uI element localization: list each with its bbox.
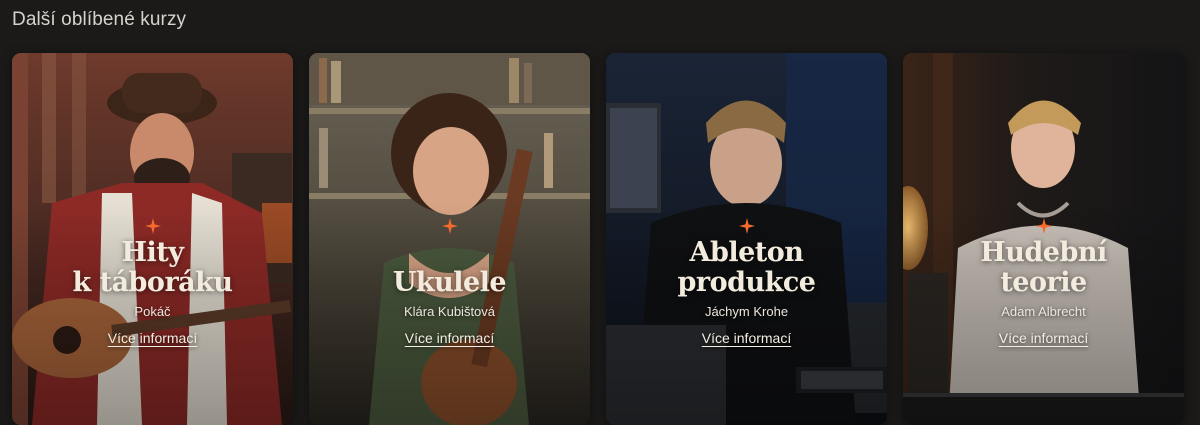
card-overlay: Ableton produkce Jáchym Krohe Více infor…: [606, 218, 887, 346]
card-overlay: Ukulele Klára Kubištová Více informací: [309, 218, 590, 346]
course-teacher: Klára Kubištová: [403, 304, 496, 319]
course-card-ableton-produkce[interactable]: Ableton produkce Jáchym Krohe Více infor…: [606, 53, 887, 425]
course-title: Ukulele: [392, 267, 507, 298]
sparkle-star-icon: [144, 218, 161, 234]
sparkle-star-icon: [738, 218, 755, 234]
course-cards: Hity k táboráku Pokáč Více informací Uku…: [12, 53, 1184, 425]
course-card-ukulele[interactable]: Ukulele Klára Kubištová Více informací: [309, 53, 590, 425]
course-card-hudebni-teorie[interactable]: Hudební teorie Adam Albrecht Více inform…: [903, 53, 1184, 425]
course-card-hity-k-taboraku[interactable]: Hity k táboráku Pokáč Více informací: [12, 53, 293, 425]
card-overlay: Hudební teorie Adam Albrecht Více inform…: [903, 218, 1184, 346]
course-title: Ableton produkce: [677, 237, 816, 298]
more-info-link[interactable]: Více informací: [108, 330, 197, 346]
card-overlay: Hity k táboráku Pokáč Více informací: [12, 218, 293, 346]
course-title: Hudební teorie: [980, 237, 1107, 298]
more-info-link[interactable]: Více informací: [405, 330, 494, 346]
more-info-link[interactable]: Více informací: [702, 330, 791, 346]
course-teacher: Adam Albrecht: [1001, 304, 1086, 319]
section-title: Další oblíbené kurzy: [12, 9, 187, 30]
course-teacher: Pokáč: [134, 304, 171, 319]
sparkle-star-icon: [1035, 218, 1052, 234]
more-info-link[interactable]: Více informací: [999, 330, 1088, 346]
course-title: Hity k táboráku: [72, 237, 233, 298]
course-teacher: Jáchym Krohe: [704, 304, 789, 319]
sparkle-star-icon: [441, 218, 458, 234]
